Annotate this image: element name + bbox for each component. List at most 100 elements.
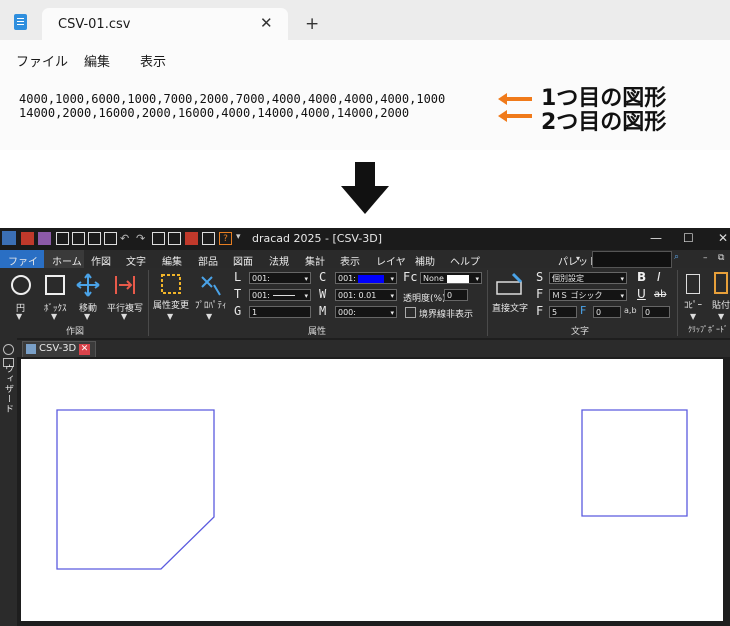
screen-icon[interactable] [185, 232, 198, 245]
csv-line-2: 14000,2000,16000,2000,16000,4000,14000,4… [19, 106, 410, 120]
shape-2-polygon[interactable] [581, 409, 688, 517]
chevron-down-icon[interactable]: ▼ [16, 312, 22, 321]
paste-icon[interactable] [714, 272, 728, 294]
style-letter: S [536, 270, 544, 284]
document-tab-title: CSV-3D [39, 343, 77, 354]
notepad-text-area[interactable]: 4000,1000,6000,1000,7000,2000,7000,4000,… [0, 76, 730, 150]
refresh-icon[interactable] [168, 232, 181, 245]
char-spacing-icon[interactable]: a,b [624, 306, 637, 315]
font-size-input[interactable]: 5 [549, 306, 577, 318]
direct-text-label: 直接文字 [492, 304, 529, 314]
box-tool-icon[interactable] [44, 274, 66, 296]
fill-swatch [446, 274, 469, 283]
char-spacing-input[interactable]: 0 [642, 306, 670, 318]
color-select[interactable]: 001: ▾ [335, 272, 397, 284]
font-color-icon[interactable]: F [580, 304, 586, 317]
underline-button[interactable]: U [637, 287, 646, 301]
tab-home[interactable]: ホーム [44, 250, 84, 268]
tab-edit[interactable]: 編集 [162, 253, 182, 268]
minimize-button[interactable]: — [650, 231, 662, 245]
quick-access-dropdown-icon[interactable]: ▾ [236, 232, 241, 242]
annotation-shape-2: 2つ目の図形 [541, 110, 667, 135]
tab-parts[interactable]: 部品 [198, 253, 218, 268]
notepad-window: CSV-01.csv ✕ + ファイル 編集 表示 4000,1000,6000… [0, 0, 730, 150]
chevron-down-icon[interactable]: ▼ [690, 312, 696, 321]
attribute-change-icon[interactable] [160, 273, 182, 295]
line-style-select[interactable]: 001: ▾ [249, 289, 311, 301]
save-icon[interactable] [88, 232, 101, 245]
line-type-select[interactable]: 001: ▾ [249, 272, 311, 284]
menu-file[interactable]: ファイル [16, 51, 68, 70]
ribbon-minimize-icon[interactable]: – [703, 253, 708, 263]
font-color-input[interactable]: 0 [593, 306, 621, 318]
tab-text[interactable]: 文字 [126, 253, 146, 268]
palette-search-input[interactable] [592, 251, 672, 268]
hide-border-checkbox[interactable] [405, 307, 416, 318]
group-input[interactable]: 1 [249, 306, 311, 318]
quick-access-3d-icon[interactable] [38, 232, 51, 245]
document-tab[interactable]: CSV-3D ✕ [22, 341, 96, 357]
new-tab-plus-icon[interactable]: + [305, 14, 319, 34]
list-icon[interactable] [152, 232, 165, 245]
close-icon[interactable]: ✕ [260, 14, 273, 32]
italic-button[interactable]: I [657, 270, 661, 284]
close-icon[interactable]: ✕ [79, 344, 90, 355]
copy-icon[interactable] [686, 274, 700, 294]
menu-view[interactable]: 表示 [140, 51, 166, 70]
property-icon[interactable] [198, 273, 222, 297]
transparency-input[interactable]: 0 [444, 289, 468, 301]
move-tool-icon[interactable] [76, 273, 100, 297]
drawing-canvas[interactable] [21, 359, 723, 621]
font-size-value: 5 [552, 308, 558, 317]
shape-1-polygon[interactable] [56, 409, 215, 570]
circle-tool-icon[interactable] [10, 274, 32, 296]
tab-law[interactable]: 法規 [269, 253, 289, 268]
panel-pin-icon[interactable] [3, 344, 14, 355]
print-icon[interactable] [202, 232, 215, 245]
fill-color-select[interactable]: None ▾ [420, 272, 482, 284]
transparency-label: 透明度(%) [403, 294, 446, 304]
font-select[interactable]: ＭＳ ゴシック ▾ [549, 289, 627, 301]
width-select[interactable]: 001: 0.01 ▾ [335, 289, 397, 301]
chevron-down-icon[interactable]: ▼ [167, 312, 173, 321]
close-button[interactable]: ✕ [718, 231, 728, 245]
chevron-down-icon[interactable]: ▼ [121, 312, 127, 321]
maximize-button[interactable]: ☐ [683, 231, 694, 245]
parallel-copy-icon[interactable] [114, 274, 136, 296]
menu-edit[interactable]: 編集 [84, 51, 110, 70]
help-icon[interactable]: ? [219, 232, 232, 245]
chevron-down-icon[interactable]: ▼ [718, 312, 724, 321]
text-style-select[interactable]: 個別設定 ▾ [549, 272, 627, 284]
fill-color-value: None [423, 274, 444, 283]
search-icon[interactable]: ⌕ [674, 252, 679, 262]
tab-assist[interactable]: 補助 [415, 253, 435, 268]
strikethrough-button[interactable]: ab [654, 289, 666, 300]
window-title: dracad 2025 - [CSV-3D] [252, 232, 383, 245]
tab-help[interactable]: ヘルプ [450, 253, 480, 268]
new-file-icon[interactable] [56, 232, 69, 245]
save-as-icon[interactable] [104, 232, 117, 245]
open-folder-icon[interactable] [72, 232, 85, 245]
tab-file[interactable]: ファイル [0, 250, 44, 283]
tab-drawing[interactable]: 図面 [233, 253, 253, 268]
chevron-down-icon[interactable]: ▼ [206, 312, 212, 321]
font-letter: F [536, 287, 544, 301]
quick-access-2d-icon[interactable] [21, 232, 34, 245]
tab-layer[interactable]: レイヤ [376, 253, 406, 268]
tab-draw[interactable]: 作図 [91, 253, 111, 268]
direct-text-icon[interactable] [495, 272, 525, 296]
notepad-tab[interactable]: CSV-01.csv ✕ [42, 8, 288, 40]
chevron-down-icon[interactable]: ▼ [84, 312, 90, 321]
bold-button[interactable]: B [637, 270, 646, 284]
material-select[interactable]: 000: ▾ [335, 306, 397, 318]
tab-view[interactable]: 表示 [340, 253, 360, 268]
ribbon-restore-icon[interactable]: ⧉ [718, 253, 724, 263]
wizard-panel-tab[interactable]: ウィザード [2, 364, 15, 414]
group-text-label: 文字 [571, 327, 590, 337]
undo-icon[interactable]: ↶ [120, 232, 133, 245]
notepad-doc-icon [14, 14, 27, 30]
tab-tally[interactable]: 集計 [305, 253, 325, 268]
redo-icon[interactable]: ↷ [136, 232, 149, 245]
property-label: ﾌﾟﾛﾊﾟﾃｨ [195, 301, 227, 311]
chevron-down-icon[interactable]: ▼ [51, 312, 57, 321]
